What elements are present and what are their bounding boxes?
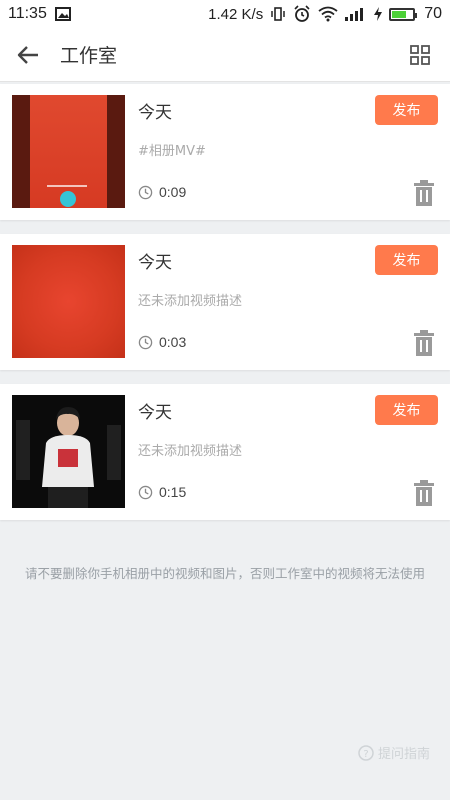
publish-button[interactable]: 发布 [375, 395, 438, 425]
video-card[interactable]: 今天 还未添加视频描述 0:15 发布 [0, 384, 450, 520]
status-time: 11:35 [8, 5, 47, 22]
video-date: 今天 [138, 403, 172, 423]
video-thumbnail[interactable] [12, 95, 125, 208]
watermark-text: 提问指南 [377, 747, 430, 762]
video-description: #相册MV# [138, 144, 206, 159]
clock-icon [138, 185, 153, 199]
trash-icon[interactable] [412, 180, 436, 206]
video-date: 今天 [138, 103, 172, 123]
battery-level: 70 [424, 5, 442, 22]
watermark-logo-icon: ? [358, 744, 374, 761]
video-duration: 0:09 [138, 184, 186, 200]
duration-text: 0:09 [159, 184, 187, 200]
trash-icon[interactable] [412, 480, 436, 506]
charging-icon [374, 7, 383, 21]
clock-icon [138, 335, 153, 349]
network-speed: 1.42 K/s [208, 5, 264, 23]
video-description: 还未添加视频描述 [138, 294, 243, 309]
publish-button[interactable]: 发布 [375, 245, 438, 275]
video-card[interactable]: 今天 #相册MV# 0:09 发布 [0, 84, 450, 220]
grid-icon [410, 44, 430, 65]
video-card[interactable]: 今天 还未添加视频描述 0:03 发布 [0, 234, 450, 370]
person-photo [12, 395, 125, 508]
watermark: ? 提问指南 [358, 743, 430, 762]
page-title: 工作室 [60, 45, 118, 67]
duration-text: 0:15 [159, 484, 187, 500]
video-duration: 0:15 [138, 484, 186, 500]
battery-icon [389, 7, 418, 21]
notification-image-icon [54, 7, 71, 21]
svg-text:?: ? [363, 749, 368, 760]
trash-icon[interactable] [412, 330, 436, 356]
alarm-icon [294, 5, 310, 22]
video-description: 还未添加视频描述 [138, 444, 243, 459]
video-duration: 0:03 [138, 334, 186, 350]
signal-icon [345, 8, 364, 21]
clock-icon [138, 485, 153, 499]
back-button[interactable] [0, 28, 56, 82]
video-date: 今天 [138, 253, 172, 273]
status-bar: 11:35 1.42 K/s 70 [0, 0, 450, 28]
app-header: 工作室 [0, 28, 450, 82]
video-thumbnail[interactable] [12, 245, 125, 358]
video-thumbnail[interactable] [12, 395, 125, 508]
wifi-icon [318, 6, 338, 22]
duration-text: 0:03 [159, 334, 187, 350]
grid-view-button[interactable] [396, 28, 444, 82]
arrow-left-icon [17, 45, 38, 64]
footer-notice: 请不要删除你手机相册中的视频和图片，否则工作室中的视频将无法使用 [24, 566, 425, 581]
vibrate-icon [271, 7, 285, 21]
publish-button[interactable]: 发布 [375, 95, 438, 125]
